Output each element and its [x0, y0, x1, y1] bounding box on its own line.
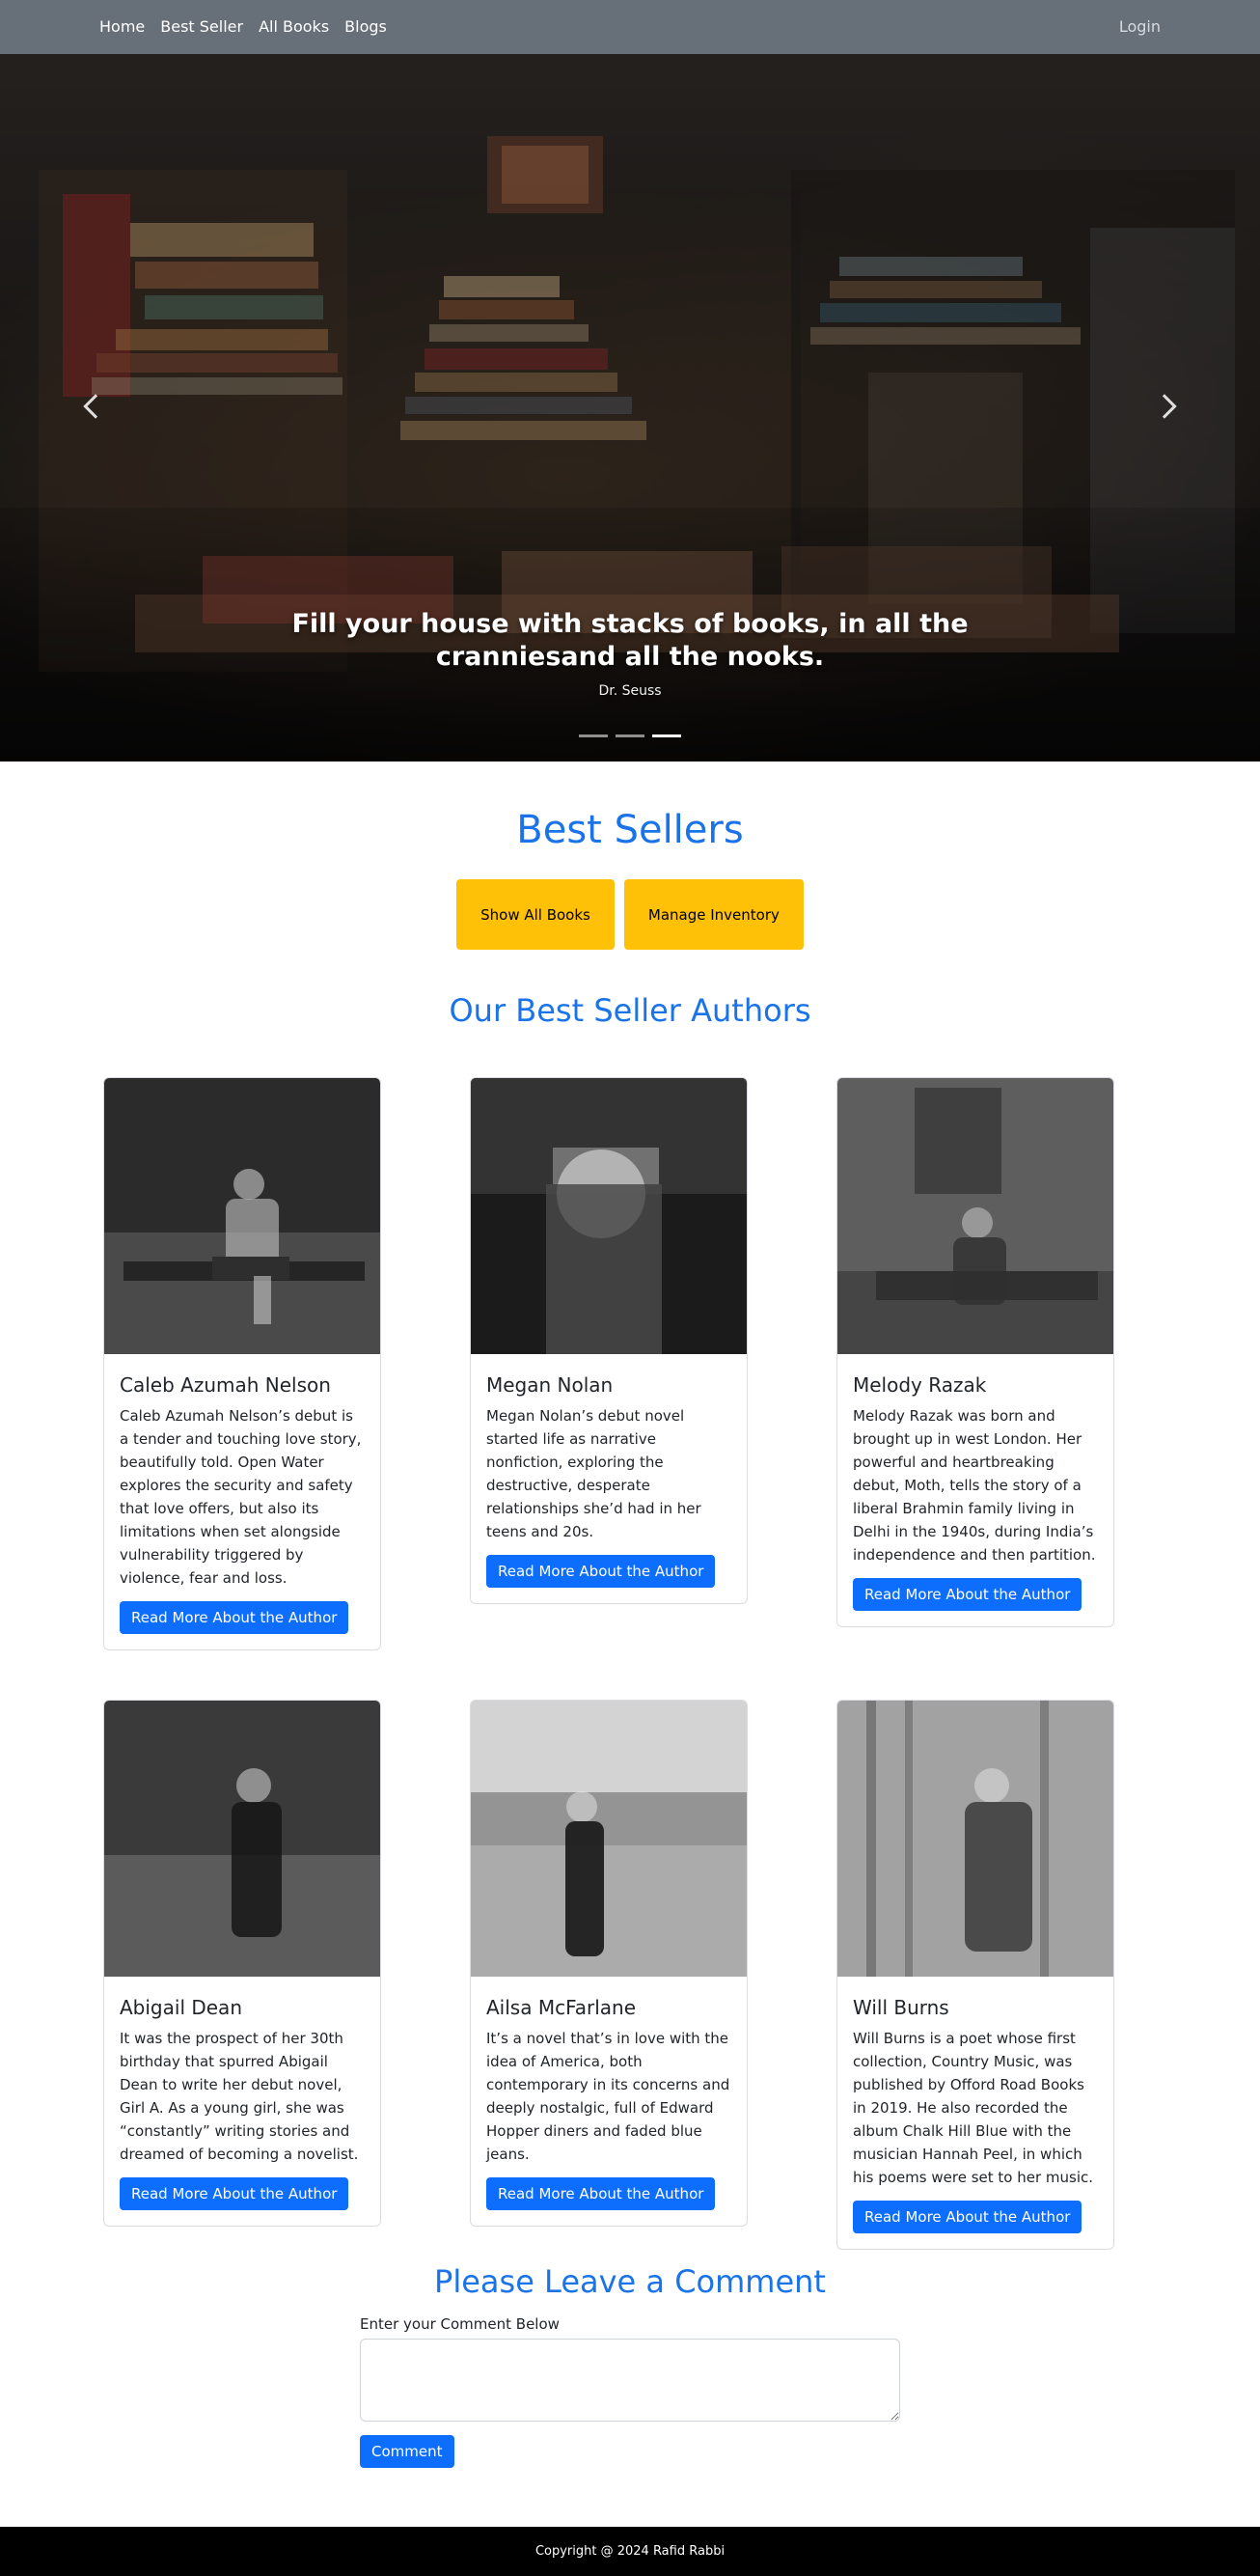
author-description: It’s a novel that’s in love with the ide… [486, 2030, 730, 2163]
comment-title: Please Leave a Comment [434, 2263, 826, 2300]
hero-quote-author: Dr. Seuss [598, 683, 662, 699]
author-description: Melody Razak was born and brought up in … [853, 1407, 1096, 1564]
author-name: Melody Razak [853, 1373, 987, 1397]
nav-link-login[interactable]: Login [1119, 0, 1161, 54]
hero-carousel: Fill your house with stacks of books, in… [0, 54, 1260, 762]
author-card-body: Ailsa McFarlane It’s a novel that’s in l… [471, 1980, 747, 2226]
comment-submit-button[interactable]: Comment [360, 2435, 454, 2468]
nav-link-home[interactable]: Home [99, 0, 145, 54]
author-card: Melody Razak Melody Razak was born and b… [836, 1077, 1114, 1627]
read-more-author-button[interactable]: Read More About the Author [120, 1601, 349, 1634]
author-card-body: Melody Razak Melody Razak was born and b… [837, 1358, 1113, 1626]
author-card-body: Caleb Azumah Nelson Caleb Azumah Nelson’… [104, 1358, 380, 1649]
author-card: Megan Nolan Megan Nolan’s debut novel st… [470, 1077, 748, 1604]
author-name: Caleb Azumah Nelson [120, 1373, 331, 1397]
author-name: Abigail Dean [120, 1996, 242, 2019]
comment-textarea[interactable] [360, 2339, 900, 2422]
author-photo-caleb-azumah-nelson [104, 1078, 380, 1354]
chevron-left-icon [83, 394, 108, 419]
author-photo-melody-razak [837, 1078, 1113, 1354]
footer: Copyright @ 2024 Rafid Rabbi [0, 2527, 1260, 2576]
author-photo-ailsa-mcfarlane [471, 1701, 747, 1977]
comment-form: Enter your Comment Below Comment [360, 2315, 900, 2468]
nav-link-all-books[interactable]: All Books [259, 0, 329, 54]
author-card: Will Burns Will Burns is a poet whose fi… [836, 1700, 1114, 2250]
manage-inventory-button[interactable]: Manage Inventory [623, 879, 804, 950]
carousel-indicator-3[interactable] [652, 734, 681, 737]
nav-links: Home Best Seller All Books Blogs [99, 0, 387, 54]
nav-link-best-seller[interactable]: Best Seller [160, 0, 243, 54]
chevron-right-icon [1152, 394, 1177, 419]
nav-link-blogs[interactable]: Blogs [344, 0, 387, 54]
carousel-indicator-2[interactable] [616, 734, 644, 737]
best-sellers-title: Best Sellers [516, 808, 744, 852]
author-description: It was the prospect of her 30th birthday… [120, 2030, 359, 2163]
author-card: Caleb Azumah Nelson Caleb Azumah Nelson’… [103, 1077, 381, 1650]
carousel-indicator-1[interactable] [579, 734, 608, 737]
author-photo-abigail-dean [104, 1701, 380, 1977]
read-more-author-button[interactable]: Read More About the Author [486, 2177, 716, 2210]
main-content: Best Sellers Show All Books Manage Inven… [0, 762, 1260, 2313]
author-card: Ailsa McFarlane It’s a novel that’s in l… [470, 1700, 748, 2227]
hero-quote: Fill your house with stacks of books, in… [291, 609, 969, 672]
top-navbar: Home Best Seller All Books Blogs Login [0, 0, 1260, 54]
show-all-books-button[interactable]: Show All Books [456, 879, 615, 950]
author-card-body: Megan Nolan Megan Nolan’s debut novel st… [471, 1358, 747, 1603]
author-photo-will-burns [837, 1701, 1113, 1977]
author-name: Ailsa McFarlane [486, 1996, 637, 2019]
author-name: Megan Nolan [486, 1373, 614, 1397]
author-photo-megan-nolan [471, 1078, 747, 1354]
read-more-author-button[interactable]: Read More About the Author [853, 1578, 1082, 1611]
author-name: Will Burns [853, 1996, 949, 2019]
comment-label: Enter your Comment Below [360, 2315, 560, 2333]
author-card-body: Abigail Dean It was the prospect of her … [104, 1980, 380, 2226]
comment-section: Please Leave a Comment Enter your Commen… [0, 2263, 1260, 2468]
carousel-prev-button[interactable] [69, 380, 122, 432]
author-card-body: Will Burns Will Burns is a poet whose fi… [837, 1980, 1113, 2249]
author-description: Caleb Azumah Nelson’s debut is a tender … [120, 1407, 362, 1587]
hero-caption: Fill your house with stacks of books, in… [0, 608, 1260, 699]
author-description: Will Burns is a poet whose first collect… [853, 2030, 1094, 2186]
footer-copyright: Copyright @ 2024 Rafid Rabbi [534, 2544, 726, 2559]
author-cards-grid: Caleb Azumah Nelson Caleb Azumah Nelson’… [0, 1077, 1260, 2313]
read-more-author-button[interactable]: Read More About the Author [486, 1555, 716, 1588]
best-seller-authors-title: Our Best Seller Authors [449, 992, 811, 1029]
author-card: Abigail Dean It was the prospect of her … [103, 1700, 381, 2227]
author-description: Megan Nolan’s debut novel started life a… [486, 1407, 701, 1540]
best-sellers-actions: Show All Books Manage Inventory [0, 879, 1260, 950]
read-more-author-button[interactable]: Read More About the Author [853, 2201, 1082, 2233]
carousel-next-button[interactable] [1138, 380, 1191, 432]
read-more-author-button[interactable]: Read More About the Author [120, 2177, 349, 2210]
carousel-indicators [579, 734, 681, 737]
